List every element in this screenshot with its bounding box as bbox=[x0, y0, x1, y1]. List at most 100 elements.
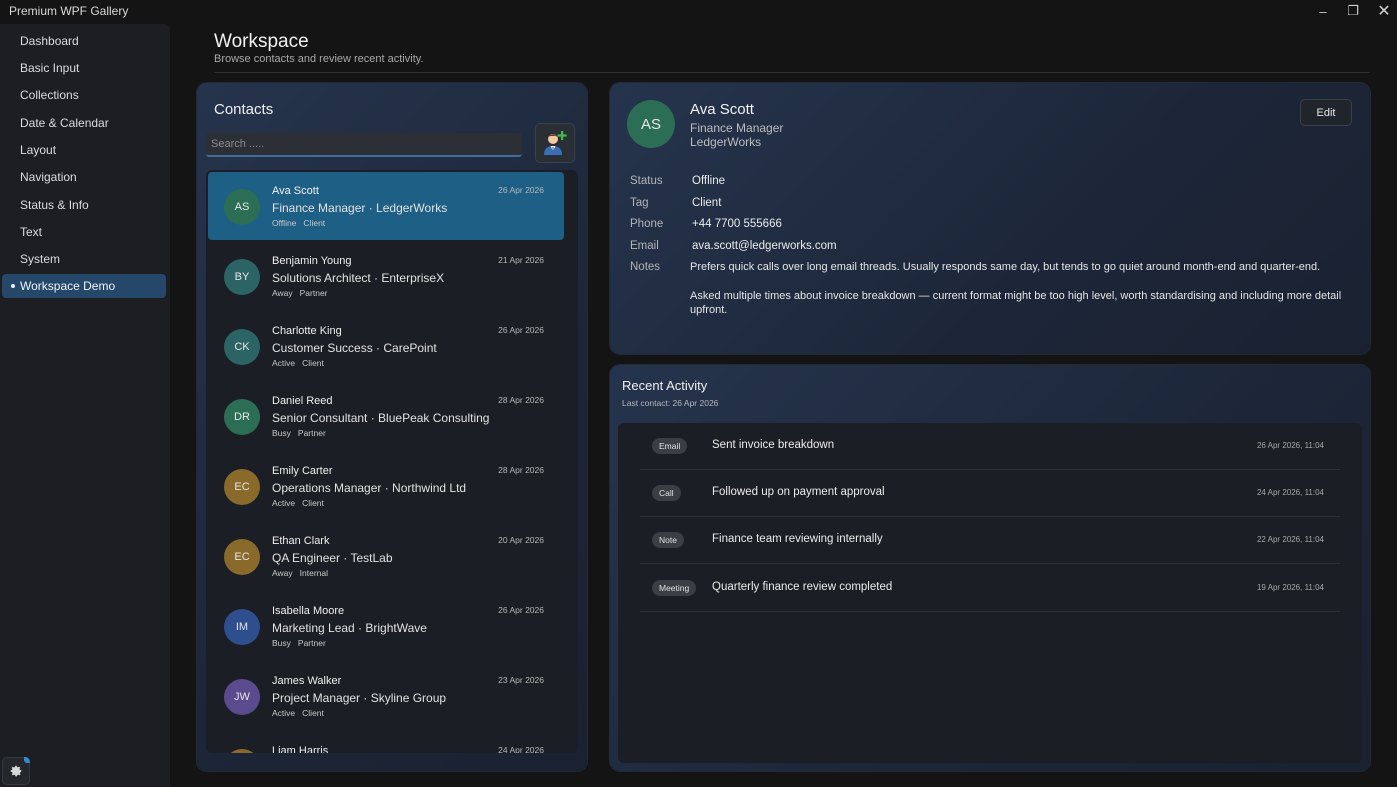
contact-status: Busy bbox=[272, 638, 291, 648]
contact-row[interactable]: IM Isabella Moore Marketing Lead · Brigh… bbox=[208, 592, 564, 660]
contact-name: Benjamin Young bbox=[272, 255, 352, 267]
header-divider bbox=[214, 72, 1370, 73]
settings-button[interactable] bbox=[2, 757, 30, 785]
activity-row[interactable]: Email Sent invoice breakdown 26 Apr 2026… bbox=[640, 423, 1340, 470]
field-value-tag: Client bbox=[692, 197, 722, 209]
contact-tag: Client bbox=[302, 708, 324, 718]
activity-text: Quarterly finance review completed bbox=[712, 581, 893, 593]
search-input[interactable] bbox=[206, 133, 522, 157]
contact-tag: Partner bbox=[297, 638, 326, 648]
contact-name: Liam Harris bbox=[272, 745, 329, 753]
contact-name: Emily Carter bbox=[272, 465, 333, 477]
contact-status: Away bbox=[272, 568, 293, 578]
activity-time: 19 Apr 2026, 11:04 bbox=[1256, 583, 1324, 592]
detail-job-title: Finance Manager bbox=[690, 121, 784, 135]
sidebar-item-navigation[interactable]: Navigation bbox=[2, 165, 166, 189]
contact-row[interactable]: Liam Harris 24 Apr 2026 bbox=[208, 732, 564, 753]
contact-status: Away bbox=[272, 288, 293, 298]
activity-subtitle: Last contact: 26 Apr 2026 bbox=[622, 398, 719, 408]
activity-title: Recent Activity bbox=[622, 378, 708, 393]
detail-company: LedgerWorks bbox=[690, 135, 762, 149]
activity-type-badge: Call bbox=[652, 485, 681, 501]
sidebar-item-workspace-demo[interactable]: Workspace Demo bbox=[2, 274, 166, 298]
contacts-title: Contacts bbox=[214, 101, 274, 118]
activity-time: 24 Apr 2026, 11:04 bbox=[1256, 488, 1324, 497]
contact-role: Senior Consultant · BluePeak Consulting bbox=[272, 411, 490, 425]
activity-time: 26 Apr 2026, 11:04 bbox=[1256, 441, 1324, 450]
sidebar-item-status-info[interactable]: Status & Info bbox=[2, 193, 166, 217]
sidebar-item-dashboard[interactable]: Dashboard bbox=[2, 29, 166, 53]
contact-name: Charlotte King bbox=[272, 325, 342, 337]
contact-row[interactable]: BY Benjamin Young Solutions Architect · … bbox=[208, 242, 564, 310]
contact-row[interactable]: AS Ava Scott Finance Manager · LedgerWor… bbox=[208, 172, 564, 240]
field-label-tag: Tag bbox=[630, 197, 649, 209]
maximize-button[interactable]: ❐ bbox=[1342, 1, 1364, 21]
contact-status: Offline bbox=[272, 218, 297, 228]
activity-text: Followed up on payment approval bbox=[712, 486, 885, 498]
add-contact-icon bbox=[544, 131, 567, 155]
sidebar-item-text[interactable]: Text bbox=[2, 220, 166, 244]
activity-type-badge: Meeting bbox=[652, 580, 697, 596]
contact-role: Customer Success · CarePoint bbox=[272, 341, 437, 355]
edit-button[interactable]: Edit bbox=[1300, 99, 1352, 126]
field-value-phone: +44 7700 555666 bbox=[692, 218, 782, 230]
contact-status: Active bbox=[272, 358, 296, 368]
field-value-email: ava.scott@ledgerworks.com bbox=[692, 240, 837, 252]
contact-list[interactable]: AS Ava Scott Finance Manager · LedgerWor… bbox=[206, 170, 578, 753]
avatar: EC bbox=[224, 539, 260, 575]
contact-date: 26 Apr 2026 bbox=[498, 325, 544, 335]
avatar: CK bbox=[224, 329, 260, 365]
activity-row[interactable]: Call Followed up on payment approval 24 … bbox=[640, 470, 1340, 517]
sidebar-item-basic-input[interactable]: Basic Input bbox=[2, 56, 166, 80]
contacts-panel: Contacts AS Ava Scott Finance Manager · … bbox=[197, 83, 587, 771]
contact-status: Active bbox=[272, 498, 296, 508]
avatar: BY bbox=[224, 259, 260, 295]
contact-role: Solutions Architect · EnterpriseX bbox=[272, 271, 445, 285]
activity-text: Finance team reviewing internally bbox=[712, 533, 883, 545]
contact-row[interactable]: DR Daniel Reed Senior Consultant · BlueP… bbox=[208, 382, 564, 450]
contact-name: Isabella Moore bbox=[272, 605, 345, 617]
page-title: Workspace bbox=[214, 31, 309, 52]
field-label-status: Status bbox=[630, 175, 663, 187]
contact-role: QA Engineer · TestLab bbox=[272, 551, 393, 565]
field-value-status: Offline bbox=[692, 175, 726, 187]
sidebar-item-layout[interactable]: Layout bbox=[2, 138, 166, 162]
contact-date: 23 Apr 2026 bbox=[498, 675, 544, 685]
contact-row[interactable]: EC Ethan Clark QA Engineer · TestLab Awa… bbox=[208, 522, 564, 590]
activity-type-badge: Note bbox=[652, 532, 684, 548]
contact-status: Active bbox=[272, 708, 296, 718]
contact-name: Ethan Clark bbox=[272, 535, 330, 547]
activity-row[interactable]: Meeting Quarterly finance review complet… bbox=[640, 565, 1340, 612]
detail-avatar: AS bbox=[627, 100, 675, 148]
contact-date: 26 Apr 2026 bbox=[498, 185, 544, 195]
avatar: EC bbox=[224, 469, 260, 505]
activity-list[interactable]: Email Sent invoice breakdown 26 Apr 2026… bbox=[618, 423, 1362, 763]
close-button[interactable]: ✕ bbox=[1373, 1, 1395, 21]
contact-role: Project Manager · Skyline Group bbox=[272, 691, 447, 705]
minimize-button[interactable]: – bbox=[1312, 1, 1334, 21]
avatar: JW bbox=[224, 679, 260, 715]
avatar: IM bbox=[224, 609, 260, 645]
contact-detail-panel: AS Ava Scott Finance Manager LedgerWorks… bbox=[610, 83, 1370, 354]
gear-icon bbox=[10, 765, 22, 777]
contact-row[interactable]: CK Charlotte King Customer Success · Car… bbox=[208, 312, 564, 380]
contact-date: 24 Apr 2026 bbox=[498, 745, 544, 753]
page-subtitle: Browse contacts and review recent activi… bbox=[214, 53, 424, 65]
sidebar-item-date-calendar[interactable]: Date & Calendar bbox=[2, 111, 166, 135]
contact-row[interactable]: EC Emily Carter Operations Manager · Nor… bbox=[208, 452, 564, 520]
contact-date: 28 Apr 2026 bbox=[498, 395, 544, 405]
contact-row[interactable]: JW James Walker Project Manager · Skylin… bbox=[208, 662, 564, 730]
field-label-email: Email bbox=[630, 240, 659, 252]
contact-date: 28 Apr 2026 bbox=[498, 465, 544, 475]
activity-row[interactable]: Note Finance team reviewing internally 2… bbox=[640, 517, 1340, 564]
sidebar-item-system[interactable]: System bbox=[2, 247, 166, 271]
avatar: DR bbox=[224, 399, 260, 435]
add-contact-button[interactable] bbox=[535, 123, 575, 163]
notes-text: Prefers quick calls over long email thre… bbox=[690, 260, 1350, 317]
activity-type-badge: Email bbox=[652, 438, 688, 454]
sidebar-item-collections[interactable]: Collections bbox=[2, 83, 166, 107]
contact-date: 20 Apr 2026 bbox=[498, 535, 544, 545]
activity-text: Sent invoice breakdown bbox=[712, 439, 835, 451]
app-title: Premium WPF Gallery bbox=[9, 4, 129, 18]
contact-date: 26 Apr 2026 bbox=[498, 605, 544, 615]
